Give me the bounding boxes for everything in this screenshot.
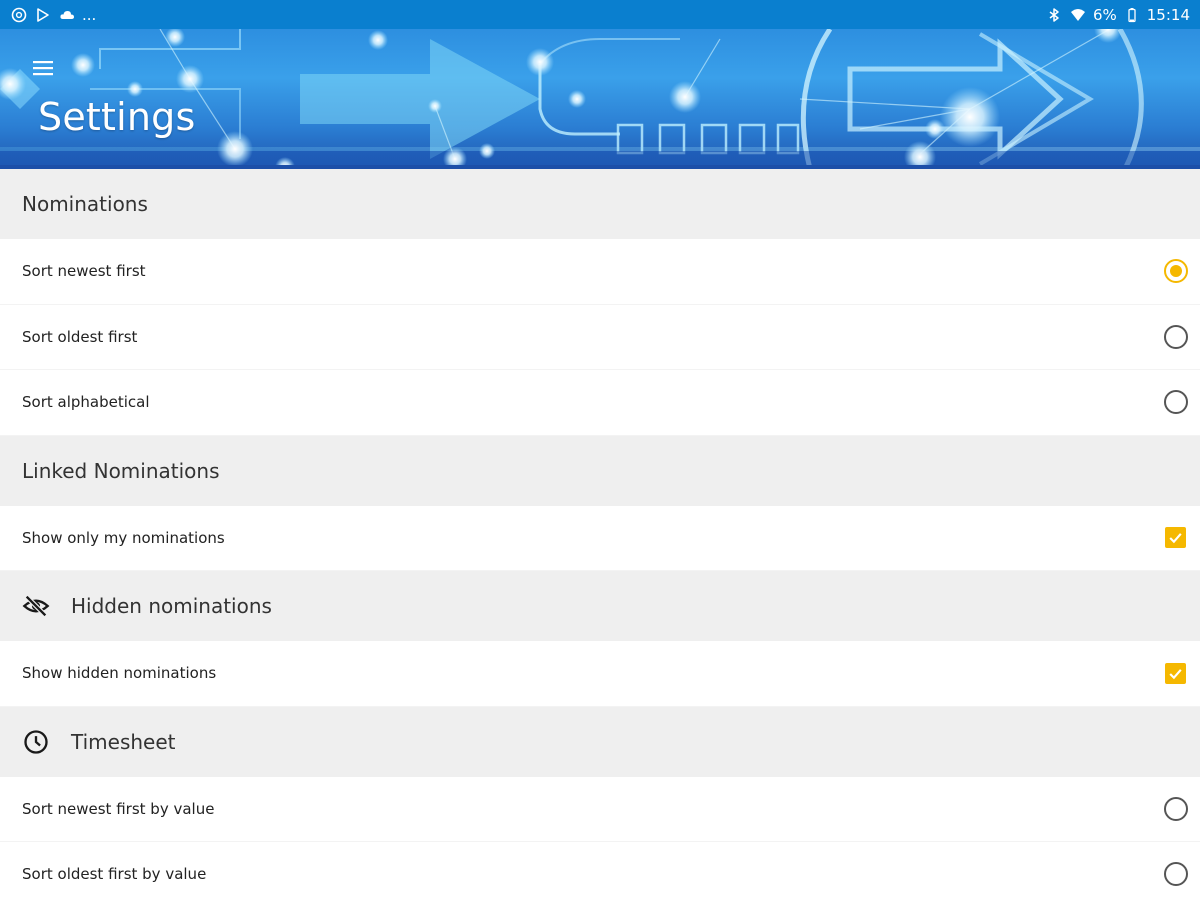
wifi-icon [1069,6,1087,24]
clock-time: 15:14 [1146,5,1190,24]
settings-list: Nominations Sort newest first Sort oldes… [0,169,1200,900]
radio-button[interactable] [1164,862,1188,887]
option-show-hidden-nominations[interactable]: Show hidden nominations [0,641,1200,707]
battery-level: 6% [1092,5,1117,24]
option-label: Sort alphabetical [22,393,150,412]
option-label: Sort newest first [22,262,146,281]
section-title-timesheet: Timesheet [71,729,176,754]
option-label: Sort oldest first by value [22,865,207,884]
section-header-linked-nominations: Linked Nominations [0,435,1200,506]
section-title-linked-nominations: Linked Nominations [22,458,220,483]
status-bar-left: ... [10,6,96,24]
menu-button[interactable] [26,53,60,83]
radio-button[interactable] [1164,324,1188,349]
checkbox-checked[interactable] [1165,527,1186,549]
status-bar: ... 6% 15:14 [0,0,1200,29]
radio-button[interactable] [1164,796,1188,821]
section-header-nominations: Nominations [0,169,1200,239]
checkmark-icon [1169,668,1182,680]
section-title-hidden-nominations: Hidden nominations [71,594,272,618]
bluetooth-icon [1045,6,1063,24]
option-label: Show hidden nominations [22,664,217,683]
section-header-hidden-nominations: Hidden nominations [0,571,1200,641]
checkmark-icon [1169,533,1182,544]
battery-icon [1123,6,1141,24]
cloud-icon [58,6,76,24]
clock-icon [22,728,50,756]
option-label: Sort newest first by value [22,799,215,818]
page-title: Settings [38,95,196,139]
checkbox-checked[interactable] [1165,662,1186,684]
option-sort-oldest-first[interactable]: Sort oldest first [0,304,1200,370]
option-label: Sort oldest first [22,327,138,346]
option-sort-newest-first[interactable]: Sort newest first [0,239,1200,305]
radio-button-selected[interactable] [1164,259,1188,284]
option-sort-oldest-first-by-value[interactable]: Sort oldest first by value [0,842,1200,900]
option-label: Show only my nominations [22,528,225,547]
app-header: Settings [0,29,1200,169]
status-bar-right: 6% 15:14 [1045,6,1190,24]
option-show-only-my-nominations[interactable]: Show only my nominations [0,505,1200,571]
radio-button[interactable] [1164,390,1188,415]
section-header-timesheet: Timesheet [0,706,1200,777]
vpn-icon [10,6,28,24]
hamburger-menu-icon [33,61,53,76]
eye-off-icon [22,592,50,620]
option-sort-alphabetical[interactable]: Sort alphabetical [0,370,1200,436]
option-sort-newest-first-by-value[interactable]: Sort newest first by value [0,776,1200,842]
play-store-icon [34,6,52,24]
section-title-nominations: Nominations [22,192,148,216]
status-ellipsis: ... [82,5,97,24]
